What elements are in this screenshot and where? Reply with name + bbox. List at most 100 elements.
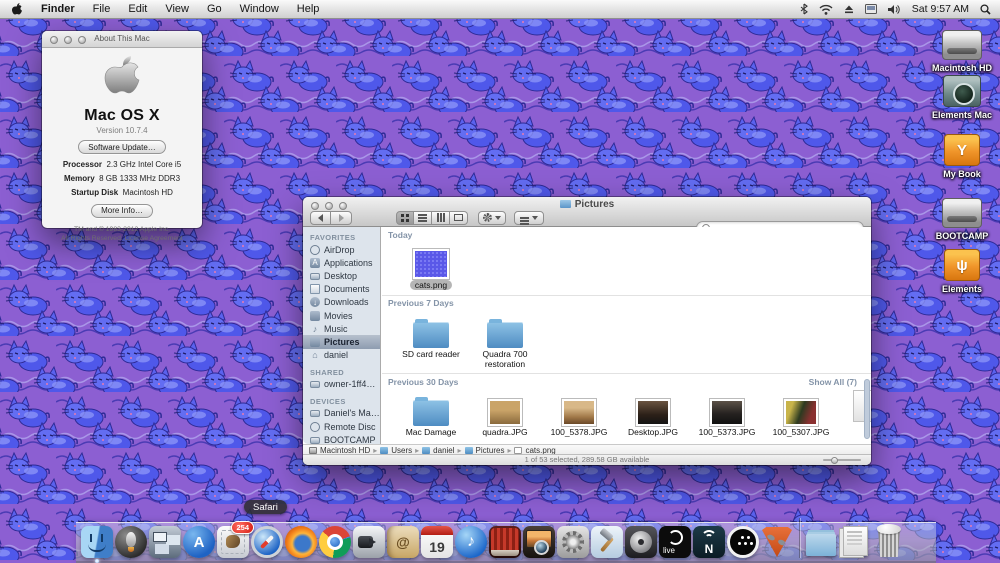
itunes-icon: ♪ xyxy=(455,526,487,558)
about-this-mac-window: About This Mac Mac OS X Version 10.7.4 S… xyxy=(42,31,202,242)
dock-ableton-live[interactable]: live xyxy=(658,526,692,558)
menu-window[interactable]: Window xyxy=(231,0,288,18)
eject-icon[interactable] xyxy=(844,4,854,14)
sidebar-item-pictures[interactable]: Pictures xyxy=(303,335,380,349)
spotlight-icon[interactable] xyxy=(980,3,991,15)
apple-menu-icon[interactable] xyxy=(0,2,32,16)
forward-button[interactable] xyxy=(331,210,352,225)
menu-help[interactable]: Help xyxy=(288,0,329,18)
dock-finder[interactable] xyxy=(80,526,114,563)
dock-safari[interactable] xyxy=(250,526,284,558)
bluetooth-icon[interactable] xyxy=(800,3,808,15)
file-label: 100_5373.JPG xyxy=(698,427,756,438)
show-all-link[interactable]: Show All (7) xyxy=(809,377,857,387)
sidebar-item-remote-disc[interactable]: Remote Disc xyxy=(303,420,380,433)
folder-quadra-700-restoration[interactable]: Quadra 700 restoration xyxy=(468,312,542,370)
back-button[interactable] xyxy=(310,210,331,225)
sidebar-item-daniels-mac[interactable]: Daniel's Ma… xyxy=(303,407,380,420)
drive-icon xyxy=(309,446,317,454)
desktop-icon-macintosh-hd[interactable]: Macintosh HD xyxy=(922,26,1000,73)
finder-titlebar[interactable]: Pictures xyxy=(303,197,871,235)
volume-icon[interactable] xyxy=(887,4,901,15)
dock-netspot[interactable]: N xyxy=(692,526,726,558)
file-quadra-jpg[interactable]: quadra.JPG xyxy=(468,390,542,438)
input-menu-icon[interactable] xyxy=(864,4,877,14)
list-view-button[interactable] xyxy=(414,210,432,225)
menu-view[interactable]: View xyxy=(156,0,198,18)
sidebar-item-owner-1ff4[interactable]: owner-1ff4… xyxy=(303,378,380,391)
menu-file[interactable]: File xyxy=(84,0,120,18)
dock-app-store[interactable]: A xyxy=(182,526,216,558)
desktop-icon-bootcamp[interactable]: BOOTCAMP xyxy=(922,194,1000,241)
dock-mission-control[interactable] xyxy=(148,526,182,558)
sidebar-item-documents[interactable]: Documents xyxy=(303,283,380,296)
dock-mail[interactable]: 254 xyxy=(216,521,254,558)
wifi-icon[interactable] xyxy=(819,4,833,15)
dock-documents-stack[interactable] xyxy=(838,526,872,558)
sidebar-item-movies[interactable]: Movies xyxy=(303,309,380,322)
dock-firefox[interactable] xyxy=(284,526,318,558)
file-desktop-jpg[interactable]: Desktop.JPG xyxy=(616,390,690,438)
dock-itunes[interactable]: ♪ xyxy=(454,526,488,558)
icon-size-slider[interactable] xyxy=(823,457,861,464)
file-100-5307-jpg[interactable]: 100_5307.JPG xyxy=(764,390,838,438)
arrange-icon xyxy=(520,216,529,219)
menu-clock[interactable]: Sat 9:57 AM xyxy=(912,3,969,15)
icon-view-button[interactable] xyxy=(396,210,414,225)
vertical-scrollbar[interactable] xyxy=(864,379,870,439)
desktop-icon-label: BOOTCAMP xyxy=(935,231,989,241)
contacts-glyph: @ xyxy=(396,534,410,550)
sidebar-label: Documents xyxy=(324,284,370,295)
dock-midi-app[interactable] xyxy=(726,526,760,558)
dock-launchpad[interactable] xyxy=(114,526,148,558)
sidebar-item-desktop[interactable]: Desktop xyxy=(303,269,380,282)
internal-drive-icon xyxy=(942,198,982,228)
menu-go[interactable]: Go xyxy=(198,0,231,18)
dock-iphoto[interactable] xyxy=(522,526,556,558)
zoom-button[interactable] xyxy=(78,36,86,44)
dock-facetime[interactable] xyxy=(352,526,386,558)
copyright-line2: All Rights Reserved. License Agreement xyxy=(61,235,183,243)
sidebar-item-applications[interactable]: A Applications xyxy=(303,256,380,269)
dock-trash[interactable] xyxy=(872,524,906,558)
software-update-button[interactable]: Software Update… xyxy=(78,140,166,154)
pictures-folder-icon xyxy=(559,200,571,208)
close-button[interactable] xyxy=(50,36,58,44)
desktop-icon-elements[interactable]: ψ Elements xyxy=(922,247,1000,294)
menu-finder[interactable]: Finder xyxy=(32,0,84,18)
desktop-icon-elements-mac[interactable]: Elements Mac xyxy=(922,73,1000,120)
os-name: Mac OS X xyxy=(84,107,160,124)
folder-mac-damage[interactable]: Mac Damage xyxy=(394,390,468,438)
dock-alien-app[interactable] xyxy=(760,526,794,558)
dock-chrome[interactable] xyxy=(318,526,352,558)
dock-contacts[interactable]: @ xyxy=(386,526,420,558)
column-view-button[interactable] xyxy=(432,210,450,225)
forward-icon xyxy=(338,213,348,222)
sidebar-item-downloads[interactable]: ↓ Downloads xyxy=(303,296,380,309)
more-info-button[interactable]: More Info… xyxy=(91,203,153,218)
file-100-5378-jpg[interactable]: 100_5378.JPG xyxy=(542,390,616,438)
coverflow-view-button[interactable] xyxy=(450,210,468,225)
dock-system-preferences[interactable] xyxy=(556,526,590,558)
arrange-menu-button[interactable] xyxy=(514,210,544,225)
dock-photo-booth[interactable] xyxy=(488,526,522,558)
action-menu-button[interactable] xyxy=(478,210,506,225)
file-cats-png[interactable]: cats.png xyxy=(394,243,468,291)
file-100-5373-jpg[interactable]: 100_5373.JPG xyxy=(690,390,764,438)
dock-logic[interactable] xyxy=(624,526,658,558)
minimize-button[interactable] xyxy=(64,36,72,44)
sidebar-label: Downloads xyxy=(324,297,369,308)
menu-edit[interactable]: Edit xyxy=(119,0,156,18)
sidebar-item-music[interactable]: ♪ Music xyxy=(303,322,380,335)
trash-basket xyxy=(878,531,900,557)
sidebar-item-daniel[interactable]: ⌂ daniel xyxy=(303,349,380,362)
dock-ical[interactable]: 19 xyxy=(420,526,454,558)
sidebar-item-airdrop[interactable]: AirDrop xyxy=(303,243,380,256)
sidebar-item-bootcamp[interactable]: BOOTCAMP xyxy=(303,433,380,444)
dock-folder-stack[interactable] xyxy=(804,526,838,558)
desktop-icon-my-book[interactable]: Y My Book xyxy=(922,132,1000,179)
folder-sd-card-reader[interactable]: SD card reader xyxy=(394,312,468,360)
spec-memory-value: 8 GB 1333 MHz DDR3 xyxy=(99,173,181,183)
sidebar-label: AirDrop xyxy=(324,244,355,255)
dock-xcode[interactable] xyxy=(590,526,624,558)
